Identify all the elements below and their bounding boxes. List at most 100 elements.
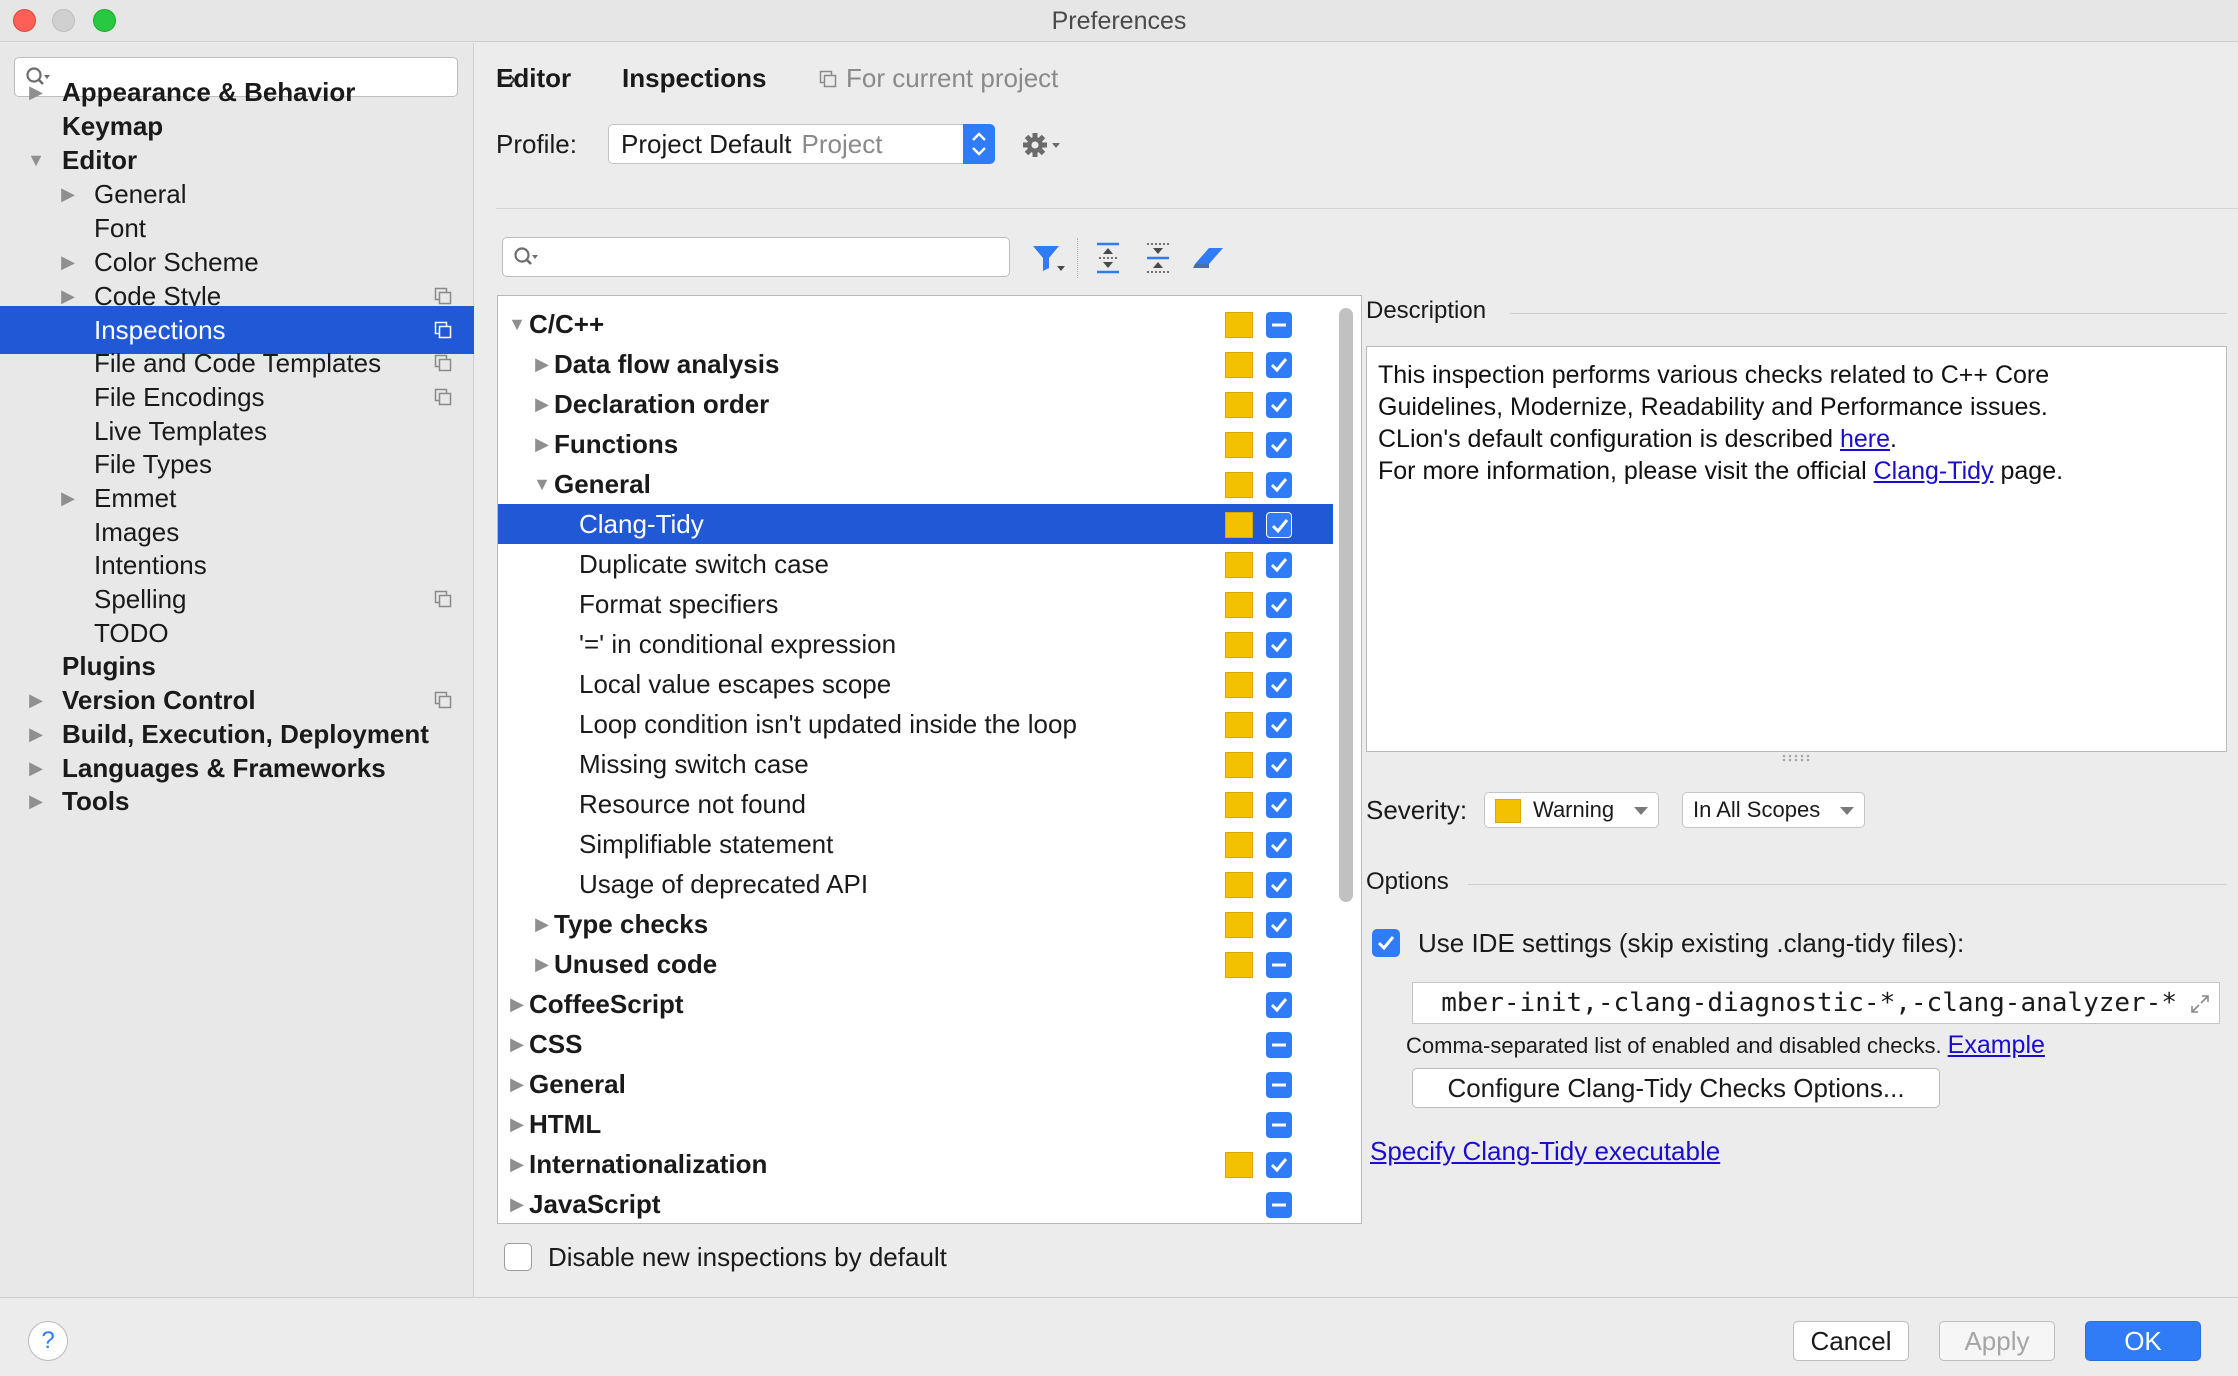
checkbox[interactable]	[1266, 792, 1292, 818]
checkbox[interactable]	[1266, 472, 1292, 498]
disable-new-checkbox[interactable]	[504, 1243, 532, 1271]
filter-icon[interactable]	[1030, 240, 1068, 276]
checkbox[interactable]	[1266, 832, 1292, 858]
warning-severity-icon	[1225, 552, 1253, 578]
collapsed-arrow-icon[interactable]: ▶	[532, 344, 552, 384]
clang-tidy-link[interactable]: Clang-Tidy	[1874, 457, 1994, 485]
example-link[interactable]: Example	[1948, 1031, 2045, 1059]
expanded-arrow-icon[interactable]: ▼	[532, 464, 552, 504]
collapsed-arrow-icon[interactable]: ▶	[507, 1024, 527, 1064]
warning-severity-icon	[1225, 872, 1253, 898]
checkbox[interactable]	[1266, 392, 1292, 418]
collapsed-arrow-icon[interactable]: ▶	[507, 1144, 527, 1184]
tree-row[interactable]: Simplifiable statement	[498, 824, 1333, 864]
tree-row[interactable]: Missing switch case	[498, 744, 1333, 784]
apply-button[interactable]: Apply	[1939, 1321, 2055, 1361]
partial-checkbox[interactable]	[1266, 1192, 1292, 1218]
tree-row[interactable]: '=' in conditional expression	[498, 624, 1333, 664]
tree-row[interactable]: ▶ General	[498, 1064, 1333, 1104]
tree-row[interactable]: Resource not found	[498, 784, 1333, 824]
warning-severity-icon	[1225, 1152, 1253, 1178]
help-icon[interactable]: ?	[28, 1321, 68, 1361]
ok-button[interactable]: OK	[2085, 1321, 2201, 1361]
tree-row[interactable]: ▶ Data flow analysis	[498, 344, 1333, 384]
partial-checkbox[interactable]	[1266, 1112, 1292, 1138]
tree-row[interactable]: ▼ C/C++	[498, 304, 1333, 344]
tree-row[interactable]: ▶ Internationalization	[498, 1144, 1333, 1184]
tree-row[interactable]: Duplicate switch case	[498, 544, 1333, 584]
tree-row-label: Local value escapes scope	[579, 669, 892, 699]
checks-input[interactable]: mber-init,-clang-diagnostic-*,-clang-ana…	[1412, 982, 2220, 1024]
description-line: CLion's default configuration is describ…	[1378, 423, 2215, 455]
checkbox[interactable]	[1266, 1152, 1292, 1178]
chevron-down-icon	[1634, 807, 1648, 815]
scope-select[interactable]: In All Scopes	[1682, 792, 1865, 828]
partial-checkbox[interactable]	[1266, 952, 1292, 978]
use-ide-settings[interactable]: Use IDE settings (skip existing .clang-t…	[1372, 923, 2072, 963]
checkbox[interactable]	[1266, 752, 1292, 778]
gear-icon[interactable]	[1020, 130, 1062, 160]
tree-row[interactable]: ▶ JavaScript	[498, 1184, 1333, 1223]
configure-clang-tidy-button[interactable]: Configure Clang-Tidy Checks Options...	[1412, 1068, 1940, 1108]
collapsed-arrow-icon[interactable]: ▶	[532, 424, 552, 464]
tree-row[interactable]: ▶ Functions	[498, 424, 1333, 464]
use-ide-checkbox[interactable]	[1372, 929, 1400, 957]
partial-checkbox[interactable]	[1266, 312, 1292, 338]
checkbox[interactable]	[1266, 592, 1292, 618]
here-link[interactable]: here	[1840, 425, 1890, 453]
checkbox[interactable]	[1266, 352, 1292, 378]
tree-row[interactable]: Clang-Tidy	[498, 504, 1333, 544]
checkbox[interactable]	[1266, 552, 1292, 578]
specify-clang-tidy-link[interactable]: Specify Clang-Tidy executable	[1370, 1133, 1720, 1169]
severity-select[interactable]: Warning	[1484, 792, 1659, 828]
expanded-arrow-icon[interactable]: ▼	[507, 304, 527, 344]
partial-checkbox[interactable]	[1266, 1072, 1292, 1098]
profile-select[interactable]: Project Default Project	[608, 124, 995, 164]
checkbox[interactable]	[1266, 712, 1292, 738]
tree-row[interactable]: ▶ HTML	[498, 1104, 1333, 1144]
title-bar: Preferences	[0, 0, 2238, 42]
partial-checkbox[interactable]	[1266, 1032, 1292, 1058]
tree-row[interactable]: ▶ CoffeeScript	[498, 984, 1333, 1024]
collapsed-arrow-icon[interactable]: ▶	[532, 904, 552, 944]
expand-field-icon[interactable]	[2189, 993, 2211, 1015]
warning-severity-icon	[1225, 792, 1253, 818]
checkbox[interactable]	[1266, 512, 1292, 538]
chevron-down-icon	[1840, 807, 1854, 815]
scope-note: For current project	[846, 63, 1059, 93]
tree-row[interactable]: ▶ Type checks	[498, 904, 1333, 944]
tree-row[interactable]: ▶ Declaration order	[498, 384, 1333, 424]
checkbox[interactable]	[1266, 672, 1292, 698]
disable-new-inspections[interactable]: Disable new inspections by default	[504, 1237, 1104, 1277]
checkbox[interactable]	[1266, 912, 1292, 938]
collapsed-arrow-icon[interactable]: ▶	[26, 777, 46, 825]
footer-separator	[0, 1297, 2238, 1298]
collapsed-arrow-icon[interactable]: ▶	[507, 1104, 527, 1144]
checkbox[interactable]	[1266, 432, 1292, 458]
tree-row[interactable]: ▶ CSS	[498, 1024, 1333, 1064]
collapsed-arrow-icon[interactable]: ▶	[507, 1064, 527, 1104]
sidebar-item[interactable]: ▶ Tools	[0, 777, 474, 825]
tree-scrollbar[interactable]	[1339, 308, 1353, 902]
expand-all-icon[interactable]	[1089, 240, 1127, 276]
tree-row[interactable]: Usage of deprecated API	[498, 864, 1333, 904]
collapsed-arrow-icon[interactable]: ▶	[532, 944, 552, 984]
project-scope-icon	[434, 691, 452, 709]
tree-row[interactable]: Format specifiers	[498, 584, 1333, 624]
tree-row[interactable]: Local value escapes scope	[498, 664, 1333, 704]
tree-row[interactable]: ▶ Unused code	[498, 944, 1333, 984]
resize-grip[interactable]	[1780, 753, 1816, 763]
cancel-button[interactable]: Cancel	[1793, 1321, 1909, 1361]
eraser-icon[interactable]	[1189, 240, 1227, 276]
checkbox[interactable]	[1266, 992, 1292, 1018]
window-title: Preferences	[1051, 7, 1187, 35]
collapsed-arrow-icon[interactable]: ▶	[532, 384, 552, 424]
collapsed-arrow-icon[interactable]: ▶	[507, 984, 527, 1024]
collapse-all-icon[interactable]	[1139, 240, 1177, 276]
tree-row[interactable]: Loop condition isn't updated inside the …	[498, 704, 1333, 744]
tree-row[interactable]: ▼ General	[498, 464, 1333, 504]
collapsed-arrow-icon[interactable]: ▶	[507, 1184, 527, 1223]
checkbox[interactable]	[1266, 872, 1292, 898]
inspection-search-input[interactable]	[502, 237, 1010, 277]
checkbox[interactable]	[1266, 632, 1292, 658]
